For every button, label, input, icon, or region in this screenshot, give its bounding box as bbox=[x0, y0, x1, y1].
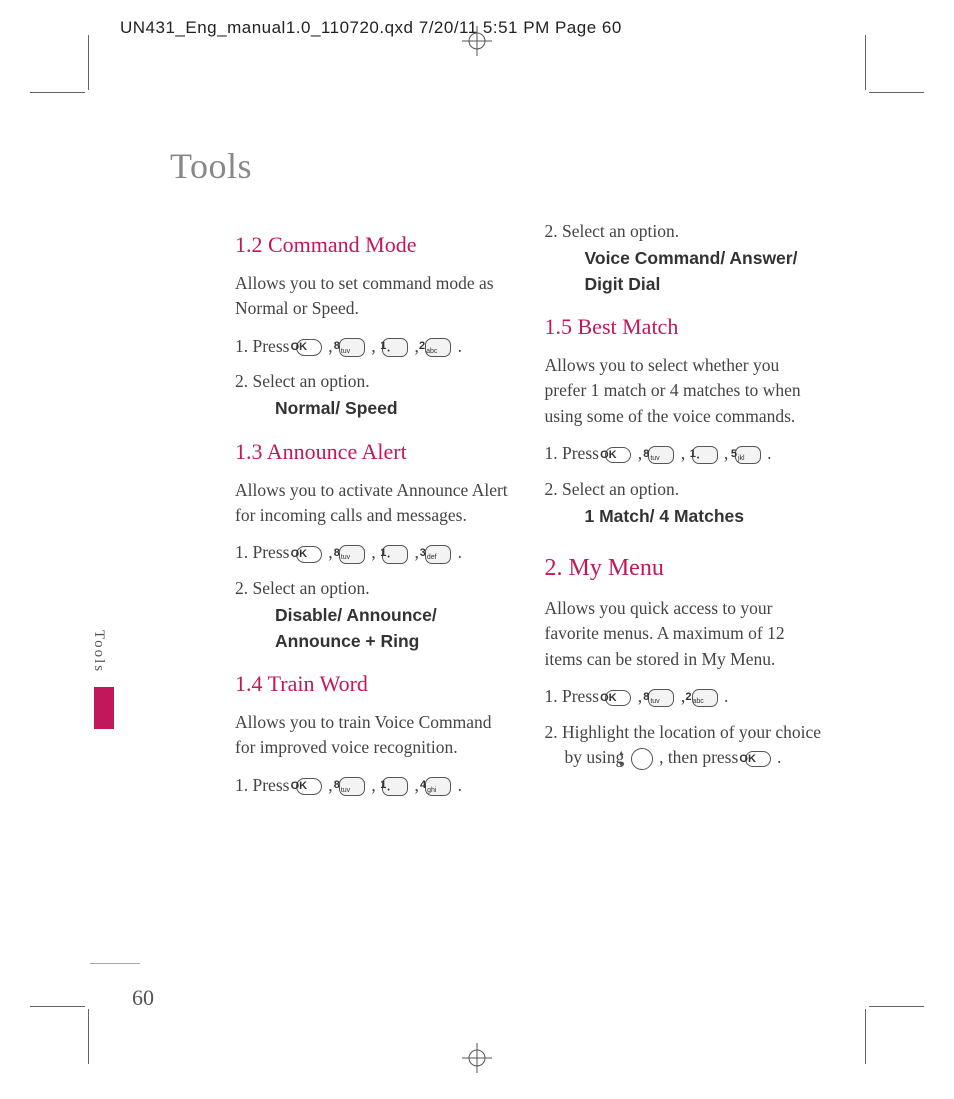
step-text: , then press bbox=[655, 747, 743, 767]
ok-key-icon: OK bbox=[745, 751, 771, 767]
key-8-icon: 8tuv bbox=[339, 777, 365, 795]
side-tab-label: Tools bbox=[90, 630, 107, 681]
step-text: . bbox=[773, 747, 782, 767]
step: 2. Select an option. Disable/ Announce/ … bbox=[235, 576, 515, 654]
ok-key-icon: OK bbox=[605, 447, 631, 463]
option-text: Voice Command/ Answer/ Digit Dial bbox=[565, 246, 825, 297]
cropmark bbox=[30, 1006, 85, 1007]
step-text: 2. Select an option. bbox=[235, 371, 370, 391]
heading-1-3: 1.3 Announce Alert bbox=[235, 436, 515, 468]
cropmark bbox=[30, 92, 85, 93]
heading-1-2: 1.2 Command Mode bbox=[235, 229, 515, 261]
key-4-icon: 4ghi bbox=[425, 777, 451, 795]
step: 2. Highlight the location of your choice… bbox=[545, 720, 825, 771]
heading-1-5: 1.5 Best Match bbox=[545, 311, 825, 343]
key-5-icon: 5jkl bbox=[735, 446, 761, 464]
key-1-icon: 1• bbox=[382, 777, 408, 795]
print-header: UN431_Eng_manual1.0_110720.qxd 7/20/11 5… bbox=[120, 18, 622, 38]
para: Allows you to train Voice Command for im… bbox=[235, 710, 515, 761]
side-tab-bar bbox=[94, 687, 114, 729]
cropmark bbox=[88, 35, 89, 90]
right-column: 2. Select an option. Voice Command/ Answ… bbox=[545, 215, 825, 808]
ok-key-icon: OK bbox=[605, 690, 631, 706]
step: 1. Press OK , 8tuv , 1• , 3def . bbox=[235, 540, 515, 565]
step: 1. Press OK , 8tuv , 1• , 4ghi . bbox=[235, 773, 515, 798]
ok-key-icon: OK bbox=[296, 546, 322, 562]
step: 1. Press OK , 8tuv , 1• , 2abc . bbox=[235, 334, 515, 359]
para: Allows you to set command mode as Normal… bbox=[235, 271, 515, 322]
step-text: 2. Select an option. bbox=[545, 479, 680, 499]
heading-2: 2. My Menu bbox=[545, 551, 825, 586]
key-1-icon: 1• bbox=[692, 446, 718, 464]
cropmark bbox=[865, 1009, 866, 1064]
para: Allows you to activate Announce Alert fo… bbox=[235, 478, 515, 529]
key-2-icon: 2abc bbox=[425, 338, 451, 356]
key-1-icon: 1• bbox=[382, 545, 408, 563]
option-text: Disable/ Announce/ Announce + Ring bbox=[255, 603, 515, 654]
page-body: Tools 1.2 Command Mode Allows you to set… bbox=[90, 95, 864, 1004]
heading-1-4: 1.4 Train Word bbox=[235, 668, 515, 700]
step: 2. Select an option. 1 Match/ 4 Matches bbox=[545, 477, 825, 530]
ok-key-icon: OK bbox=[296, 339, 322, 355]
cropmark bbox=[88, 1009, 89, 1064]
step-text: 1. Press bbox=[235, 775, 294, 795]
nav-key-icon bbox=[631, 748, 653, 770]
step-text: 1. Press bbox=[545, 686, 604, 706]
registration-mark-icon bbox=[462, 1043, 492, 1073]
key-8-icon: 8tuv bbox=[648, 689, 674, 707]
para: Allows you to select whether you prefer … bbox=[545, 353, 825, 429]
step-text: 1. Press bbox=[235, 542, 294, 562]
key-8-icon: 8tuv bbox=[648, 446, 674, 464]
cropmark bbox=[869, 1006, 924, 1007]
key-8-icon: 8tuv bbox=[339, 338, 365, 356]
ok-key-icon: OK bbox=[296, 778, 322, 794]
step: 1. Press OK , 8tuv , 1• , 5jkl . bbox=[545, 441, 825, 466]
step-text: 2. Select an option. bbox=[545, 221, 680, 241]
step-text: 1. Press bbox=[545, 443, 604, 463]
step-text: 2. Select an option. bbox=[235, 578, 370, 598]
step: 2. Select an option. Normal/ Speed bbox=[235, 369, 515, 422]
key-2-icon: 2abc bbox=[692, 689, 718, 707]
cropmark bbox=[869, 92, 924, 93]
page-number: 60 bbox=[132, 985, 154, 1011]
registration-mark-icon bbox=[462, 26, 492, 56]
option-text: Normal/ Speed bbox=[255, 396, 515, 421]
footer-rule bbox=[90, 963, 140, 964]
page-title: Tools bbox=[170, 145, 824, 187]
step-text: 1. Press bbox=[235, 336, 294, 356]
step: 1. Press OK , 8tuv , 2abc . bbox=[545, 684, 825, 709]
option-text: 1 Match/ 4 Matches bbox=[565, 504, 825, 529]
key-1-icon: 1• bbox=[382, 338, 408, 356]
para: Allows you quick access to your favorite… bbox=[545, 596, 825, 672]
key-3-icon: 3def bbox=[425, 545, 451, 563]
cropmark bbox=[865, 35, 866, 90]
left-column: 1.2 Command Mode Allows you to set comma… bbox=[235, 215, 515, 808]
side-tab: Tools bbox=[90, 630, 118, 729]
key-8-icon: 8tuv bbox=[339, 545, 365, 563]
step: 2. Select an option. Voice Command/ Answ… bbox=[545, 219, 825, 297]
